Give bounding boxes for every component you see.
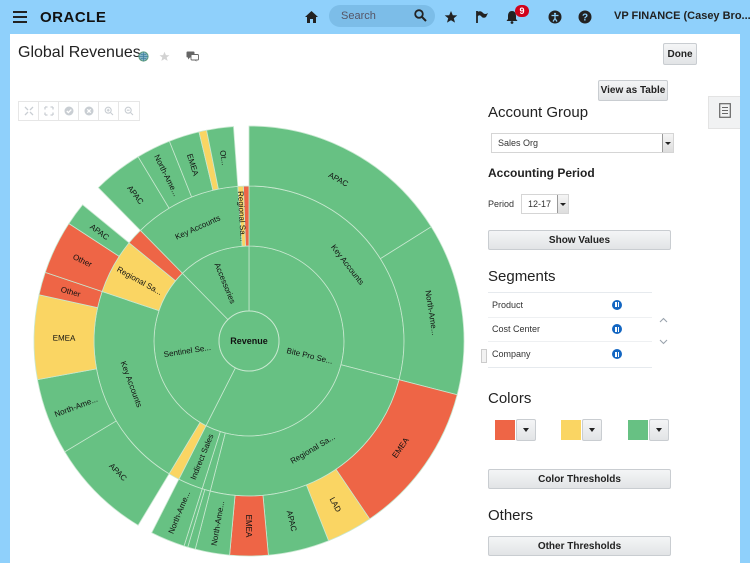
- segment-item-product[interactable]: Product: [488, 293, 652, 318]
- pause-icon[interactable]: [612, 324, 622, 335]
- notifications-count-badge: 9: [515, 5, 529, 17]
- view-as-table-button[interactable]: View as Table: [598, 80, 668, 101]
- color-swatch-yellow[interactable]: [561, 420, 581, 440]
- segments-list: Product Cost Center Company: [488, 292, 652, 368]
- others-heading: Others: [488, 507, 534, 524]
- user-name: VP FINANCE (Casey Bro...: [614, 10, 750, 22]
- move-down-chevron-icon[interactable]: [659, 337, 668, 348]
- menu-icon[interactable]: [13, 11, 27, 23]
- show-values-button[interactable]: Show Values: [488, 230, 671, 250]
- dropdown-caret-icon: [589, 428, 595, 432]
- color-swatch-red[interactable]: [495, 420, 515, 440]
- help-icon[interactable]: ?: [575, 7, 595, 27]
- account-group-heading: Account Group: [488, 104, 589, 121]
- segment-label: Product: [492, 299, 524, 310]
- segments-heading: Segments: [488, 268, 556, 285]
- search-box: [329, 5, 435, 27]
- sunburst-chart: Bite Pro Se...Key AccountsAPACNorth-Ame.…: [33, 125, 465, 557]
- colors-heading: Colors: [488, 390, 532, 407]
- search-icon[interactable]: [414, 9, 427, 27]
- done-button[interactable]: Done: [663, 43, 697, 65]
- favorites-star-icon[interactable]: [441, 7, 461, 27]
- dropdown-caret-icon[interactable]: [557, 195, 568, 213]
- color-swatch-green[interactable]: [628, 420, 648, 440]
- document-icon: [718, 102, 731, 123]
- dropdown-caret-icon: [523, 428, 529, 432]
- period-select[interactable]: 12-17: [521, 194, 569, 214]
- segment-label: Company: [492, 349, 531, 360]
- account-group-select[interactable]: Sales Org: [491, 133, 674, 153]
- svg-text:?: ?: [582, 13, 588, 24]
- user-menu[interactable]: VP FINANCE (Casey Bro...: [614, 10, 750, 22]
- sunburst-label: EMEA: [53, 333, 76, 342]
- color-red-dropdown[interactable]: [516, 419, 536, 441]
- pause-icon[interactable]: [612, 349, 622, 360]
- side-drawer-toggle[interactable]: [708, 96, 740, 129]
- flag-icon[interactable]: [472, 7, 492, 27]
- period-value: 12-17: [528, 199, 552, 209]
- home-icon[interactable]: [301, 7, 321, 27]
- account-group-value: Sales Org: [498, 138, 539, 148]
- segment-item-cost-center[interactable]: Cost Center: [488, 318, 652, 342]
- segment-item-company[interactable]: Company: [488, 342, 652, 367]
- period-label: Period: [488, 199, 515, 209]
- color-yellow-dropdown[interactable]: [582, 419, 602, 441]
- pause-icon[interactable]: [612, 299, 622, 310]
- top-nav-bar: ORACLE 9 ? VP FINANCE (Casey Bro...: [0, 0, 750, 34]
- oracle-logo[interactable]: ORACLE: [40, 9, 106, 26]
- accessibility-icon[interactable]: [545, 7, 565, 27]
- dropdown-caret-icon[interactable]: [662, 134, 673, 152]
- dropdown-caret-icon: [656, 428, 662, 432]
- color-thresholds-button[interactable]: Color Thresholds: [488, 469, 671, 489]
- main-panel: Global Revenues Done View as Table Bite …: [10, 34, 740, 563]
- sunburst-root-label: Revenue: [230, 336, 268, 346]
- color-green-dropdown[interactable]: [649, 419, 669, 441]
- segment-drag-handle[interactable]: [481, 349, 487, 363]
- other-thresholds-button[interactable]: Other Thresholds: [488, 536, 671, 556]
- sunburst-label: EMEA: [244, 515, 253, 538]
- search-input[interactable]: [339, 8, 415, 24]
- segment-label: Cost Center: [492, 324, 541, 335]
- accounting-period-heading: Accounting Period: [488, 166, 595, 180]
- move-up-chevron-icon[interactable]: [659, 315, 668, 326]
